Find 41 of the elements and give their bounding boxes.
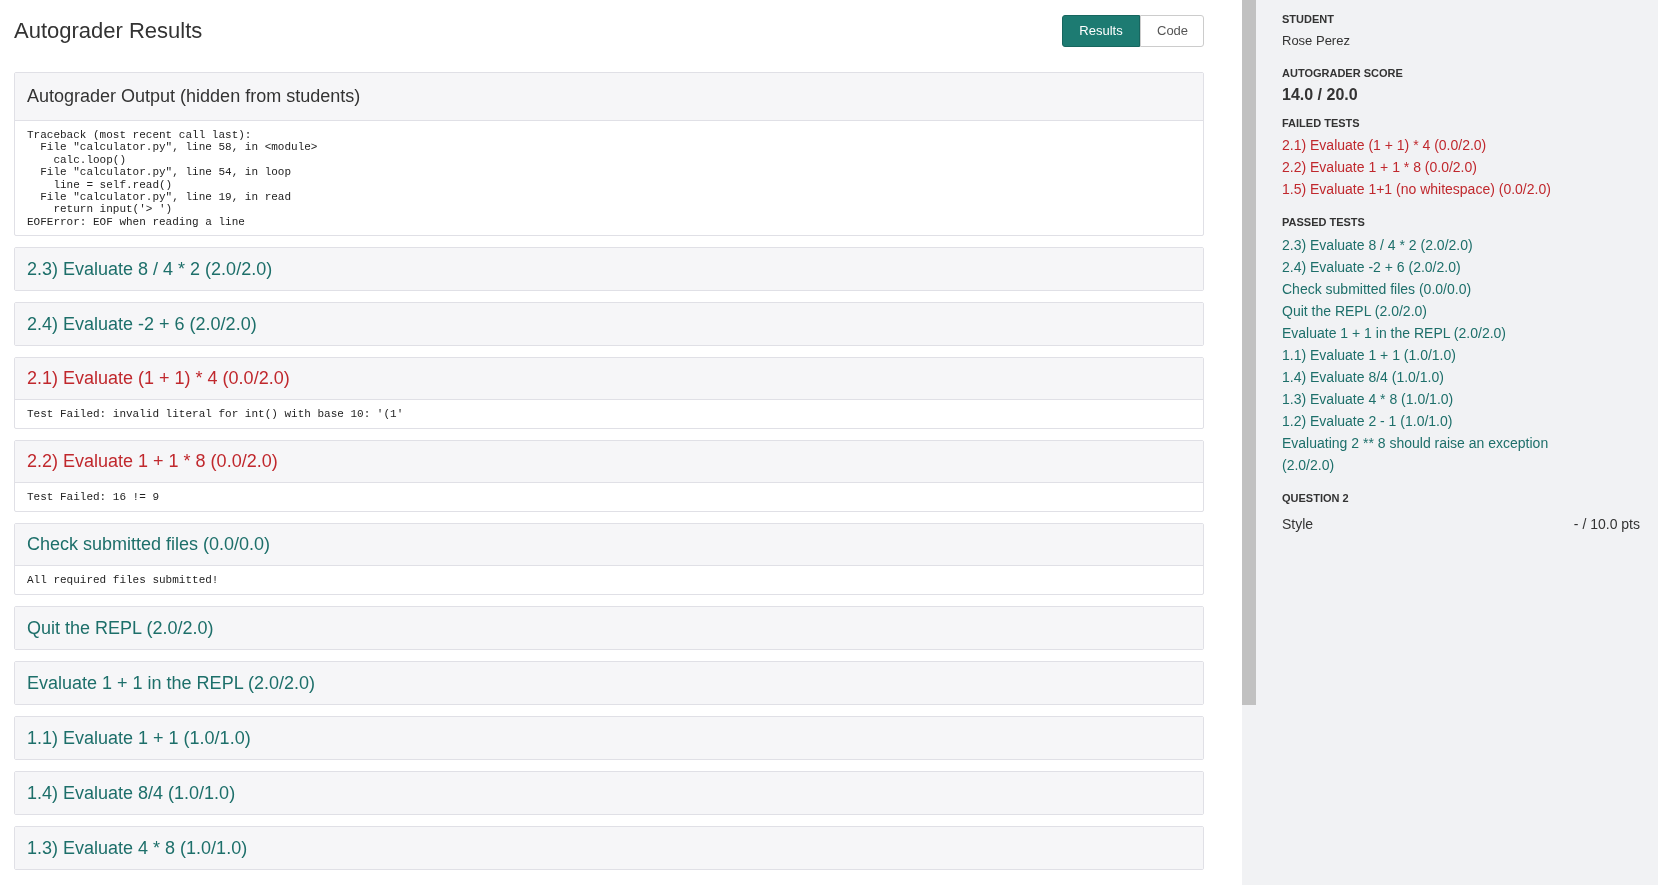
passed-test-link[interactable]: 1.1) Evaluate 1 + 1 (1.0/1.0) xyxy=(1282,343,1592,366)
view-tab[interactable]: Code xyxy=(1140,14,1204,47)
failed-test-link[interactable]: 2.2) Evaluate 1 + 1 * 8 (0.0/2.0) xyxy=(1282,156,1640,178)
failed-test-link[interactable]: 1.5) Evaluate 1+1 (no whitespace) (0.0/2.0) xyxy=(1282,178,1640,200)
test-title[interactable]: Evaluate 1 + 1 in the REPL (2.0/2.0) xyxy=(15,662,1203,705)
test-title[interactable]: 1.4) Evaluate 8/4 (1.0/1.0) xyxy=(15,772,1203,815)
test-title[interactable]: 1.1) Evaluate 1 + 1 (1.0/1.0) xyxy=(15,717,1203,760)
passed-test-link[interactable]: Check submitted files (0.0/0.0) xyxy=(1282,277,1592,300)
passed-test-link[interactable]: Quit the REPL (2.0/2.0) xyxy=(1282,299,1592,322)
score-value: 14.0 / 20.0 xyxy=(1282,84,1359,105)
section-label: AUTOGRADER SCORE xyxy=(1282,66,1404,81)
rubric-item: Style xyxy=(1282,515,1314,534)
rubric-points: - / 10.0 pts xyxy=(1573,515,1640,534)
passed-test-link[interactable]: 1.3) Evaluate 4 * 8 (1.0/1.0) xyxy=(1282,387,1592,410)
passed-test-link[interactable]: Evaluating 2 ** 8 should raise an exception (2.0/2.0) xyxy=(1282,431,1592,476)
test-title[interactable]: 1.3) Evaluate 4 * 8 (1.0/1.0) xyxy=(15,827,1203,870)
student-name: Rose Perez xyxy=(1282,31,1351,50)
passed-test-link[interactable]: 1.2) Evaluate 2 - 1 (1.0/1.0) xyxy=(1282,409,1592,432)
traceback-text: Traceback (most recent call last): File "calculator.py", line 58, in <module> calc.loop() File "calculator.py", line 54, in loop line = self.read() File "calculator.py", line 19, in read return input('> ') EOFError: EOF when reading a line xyxy=(26,128,319,230)
test-output: All required files submitted! xyxy=(26,573,220,588)
section-label: PASSED TESTS xyxy=(1282,215,1366,230)
passed-test-link[interactable]: 2.3) Evaluate 8 / 4 * 2 (2.0/2.0) xyxy=(1282,233,1592,256)
passed-test-link[interactable]: Evaluate 1 + 1 in the REPL (2.0/2.0) xyxy=(1282,321,1592,344)
failed-test-link[interactable]: 2.1) Evaluate (1 + 1) * 4 (0.0/2.0) xyxy=(1282,134,1640,156)
view-tab[interactable]: Results xyxy=(1062,14,1140,47)
test-title[interactable]: Quit the REPL (2.0/2.0) xyxy=(15,607,1203,650)
test-title[interactable]: 2.4) Evaluate -2 + 6 (2.0/2.0) xyxy=(15,303,1203,346)
passed-test-link[interactable]: 1.4) Evaluate 8/4 (1.0/1.0) xyxy=(1282,365,1592,388)
panel-title: Autograder Output (hidden from students) xyxy=(15,73,1203,121)
section-label: STUDENT xyxy=(1282,12,1335,27)
test-title[interactable]: 2.1) Evaluate (1 + 1) * 4 (0.0/2.0) xyxy=(15,358,1203,401)
test-output: Test Failed: invalid literal for int() with base 10: '(1' xyxy=(26,407,405,422)
section-label: FAILED TESTS xyxy=(1282,115,1361,131)
page-title: Autograder Results xyxy=(14,17,203,45)
test-title[interactable]: Check submitted files (0.0/0.0) xyxy=(15,524,1203,567)
test-title[interactable]: 2.3) Evaluate 8 / 4 * 2 (2.0/2.0) xyxy=(15,248,1203,291)
section-label: QUESTION 2 xyxy=(1282,490,1350,506)
scrollbar-thumb[interactable] xyxy=(1242,0,1256,705)
test-title[interactable]: 2.2) Evaluate 1 + 1 * 8 (0.0/2.0) xyxy=(15,441,1203,484)
passed-test-link[interactable]: 2.4) Evaluate -2 + 6 (2.0/2.0) xyxy=(1282,255,1592,278)
test-output: Test Failed: 16 != 9 xyxy=(26,490,161,505)
